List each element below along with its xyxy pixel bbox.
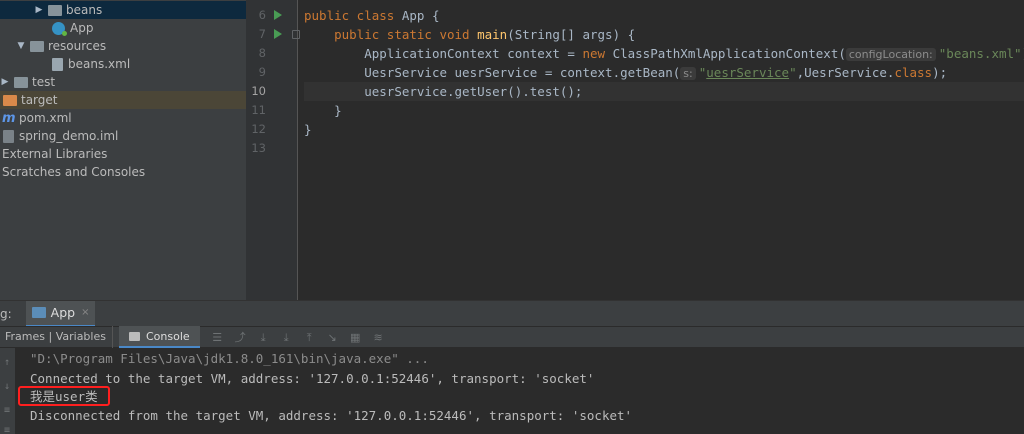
editor-gutter[interactable]: 6 7 8 9 10 11 12 13 xyxy=(246,0,300,300)
tree-item-label: beans xyxy=(66,3,103,17)
console-icon xyxy=(128,331,140,341)
debug-tab-app[interactable]: App × xyxy=(25,300,96,327)
line-number: 8 xyxy=(258,46,266,60)
resources-folder-icon xyxy=(30,40,44,52)
folder-icon xyxy=(48,4,62,16)
debug-tab-label: App xyxy=(50,305,76,320)
tree-item-spring-demo-iml[interactable]: spring_demo.iml xyxy=(0,127,246,145)
tree-item-pom-xml[interactable]: m pom.xml xyxy=(0,109,246,127)
fold-icon[interactable] xyxy=(292,30,300,39)
code-line-6: public class App { xyxy=(304,8,440,23)
print-icon[interactable]: ≡ xyxy=(2,426,12,434)
show-execution-point-icon[interactable]: ⤴ xyxy=(235,332,246,343)
tree-item-label: target xyxy=(21,93,58,107)
code-line-7: public static void main(String[] args) { xyxy=(334,27,636,42)
parameter-hint: configLocation: xyxy=(845,48,936,61)
debug-subtabs: Frames | Variables Console ☰ ⤴ ⤓ ⤓ ⤒ ↘ ▦… xyxy=(0,326,1024,348)
debug-label: g: xyxy=(0,306,12,321)
expand-arrow-icon[interactable]: ▶ xyxy=(0,77,10,87)
layout-icon[interactable]: ☰ xyxy=(212,332,223,343)
console-gutter: ↑ ↓ ≡ ≡ xyxy=(0,348,15,434)
tree-item-label: spring_demo.iml xyxy=(19,129,119,143)
debug-toolwindow-header: g: App × xyxy=(0,300,1024,327)
tree-item-app[interactable]: App xyxy=(0,19,246,37)
line-number: 13 xyxy=(251,141,266,155)
tree-item-label: pom.xml xyxy=(19,111,72,125)
collapse-arrow-icon[interactable]: ▼ xyxy=(16,41,26,51)
module-file-icon xyxy=(3,129,14,143)
run-main-icon[interactable] xyxy=(274,29,282,39)
code-line-11: } xyxy=(334,103,342,118)
tab-console[interactable]: Console xyxy=(118,326,200,348)
tree-item-beans-xml[interactable]: beans.xml xyxy=(0,55,246,73)
console-line: "D:\Program Files\Java\jdk1.8.0_161\bin\… xyxy=(30,351,429,366)
tree-item-label: Scratches and Consoles xyxy=(2,165,146,179)
console-line: Connected to the target VM, address: '12… xyxy=(30,371,595,386)
line-number: 12 xyxy=(251,122,266,136)
step-into-icon[interactable]: ⤓ xyxy=(281,332,292,343)
run-class-icon[interactable] xyxy=(274,10,282,20)
code-line-12: } xyxy=(304,122,312,137)
console-output[interactable]: ↑ ↓ ≡ ≡ "D:\Program Files\Java\jdk1.8.0_… xyxy=(0,348,1024,434)
line-number: 7 xyxy=(258,27,266,41)
close-icon[interactable]: × xyxy=(81,307,89,318)
line-number: 10 xyxy=(251,84,266,98)
tree-item-resources[interactable]: ▼ resources xyxy=(0,37,246,55)
tree-item-label: External Libraries xyxy=(2,147,108,161)
tree-item-beans[interactable]: ▶ beans xyxy=(0,1,246,19)
app-run-config-icon xyxy=(31,307,46,318)
tree-item-label: beans.xml xyxy=(68,57,131,71)
scroll-down-icon[interactable]: ↓ xyxy=(2,382,12,392)
evaluate-icon[interactable]: ▦ xyxy=(350,332,361,343)
java-class-icon xyxy=(52,21,67,36)
tree-item-label: resources xyxy=(48,39,107,53)
tree-item-label: test xyxy=(32,75,56,89)
line-number: 9 xyxy=(258,65,266,79)
soft-wrap-icon[interactable]: ≡ xyxy=(2,406,12,416)
run-to-cursor-icon[interactable]: ↘ xyxy=(327,332,338,343)
code-line-9: UesrService uesrService = context.getBea… xyxy=(364,65,948,80)
code-line-10: uesrService.getUser().test(); xyxy=(304,82,1024,101)
folder-icon xyxy=(14,76,28,88)
tree-item-target[interactable]: target xyxy=(0,91,246,109)
trace-icon[interactable]: ≋ xyxy=(373,332,384,343)
step-out-icon[interactable]: ⤒ xyxy=(304,332,315,343)
highlight-annotation-box xyxy=(18,386,110,406)
parameter-hint: s: xyxy=(680,67,696,80)
tree-item-external-libraries[interactable]: External Libraries xyxy=(0,145,246,163)
tree-item-test[interactable]: ▶ test xyxy=(0,73,246,91)
tab-frames-variables[interactable]: Frames | Variables xyxy=(0,326,113,348)
tree-item-label: App xyxy=(70,21,94,35)
tree-item-scratches[interactable]: Scratches and Consoles xyxy=(0,163,246,181)
expand-arrow-icon[interactable]: ▶ xyxy=(34,5,44,15)
xml-file-icon xyxy=(52,57,63,71)
maven-icon: m xyxy=(2,110,16,126)
line-number: 11 xyxy=(251,103,266,117)
code-editor[interactable]: 6 7 8 9 10 11 12 13 public class App { p… xyxy=(246,0,1024,300)
code-area[interactable]: public class App { public static void ma… xyxy=(304,0,1024,300)
console-line: Disconnected from the target VM, address… xyxy=(30,408,633,423)
project-tree: ▶ beans App ▼ resources beans.xml ▶ test… xyxy=(0,0,246,300)
console-tab-label: Console xyxy=(145,329,190,343)
code-line-8: ApplicationContext context = new ClassPa… xyxy=(364,46,1024,61)
scroll-up-icon[interactable]: ↑ xyxy=(2,358,12,368)
step-over-icon[interactable]: ⤓ xyxy=(258,332,269,343)
line-number: 6 xyxy=(258,8,266,22)
excluded-folder-icon xyxy=(3,94,17,106)
